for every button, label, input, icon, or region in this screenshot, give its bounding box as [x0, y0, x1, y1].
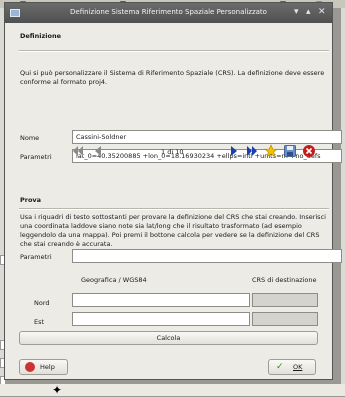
- test-parameters-input[interactable]: [72, 249, 342, 263]
- minimize-icon[interactable]: ▾: [294, 7, 299, 18]
- section-heading-definizione: Definizione: [20, 32, 61, 40]
- name-label: Nome: [20, 134, 40, 142]
- definition-description: Qui si può personalizzare il Sistema di …: [20, 69, 325, 86]
- crs-dialog: Definizione Sistema Riferimento Spaziale…: [4, 2, 342, 380]
- record-counter: 1 di 10: [161, 148, 184, 156]
- next-record-icon[interactable]: [227, 144, 241, 158]
- north-input[interactable]: [72, 293, 250, 307]
- geographic-header: Geografica / WGS84: [81, 276, 147, 284]
- background-panel-right: [341, 8, 345, 396]
- destination-header: CRS di destinazione: [252, 276, 317, 284]
- title-bar[interactable]: Definizione Sistema Riferimento Spaziale…: [5, 3, 332, 23]
- ok-button-label: OK: [293, 363, 303, 371]
- separator: [19, 50, 329, 52]
- first-record-icon[interactable]: [71, 144, 85, 158]
- east-label: Est: [34, 318, 45, 326]
- close-icon[interactable]: ✕: [318, 7, 326, 18]
- north-result: [252, 293, 318, 307]
- separator: [19, 208, 329, 210]
- east-input[interactable]: [72, 312, 250, 326]
- section-heading-prova: Prova: [20, 196, 42, 204]
- test-description: Usa i riquadri di testo sottostanti per …: [20, 213, 326, 248]
- help-button-label: Help: [40, 363, 55, 371]
- previous-record-icon[interactable]: [91, 144, 105, 158]
- help-button[interactable]: Help: [19, 359, 68, 375]
- name-input[interactable]: Cassini-Soldner: [72, 130, 342, 144]
- calculate-button-label: Calcola: [156, 334, 181, 342]
- parameters-label: Parametri: [20, 153, 52, 161]
- new-star-icon[interactable]: [264, 144, 278, 158]
- north-label: Nord: [34, 299, 50, 307]
- help-icon: [25, 362, 35, 372]
- test-parameters-label: Parametri: [20, 253, 52, 261]
- save-icon[interactable]: [283, 144, 297, 158]
- calculate-button[interactable]: Calcola: [19, 331, 318, 345]
- delete-icon[interactable]: [302, 144, 316, 158]
- ok-button[interactable]: ✓ OK: [268, 359, 316, 375]
- north-arrow-icon: ✦: [52, 383, 63, 397]
- last-record-icon[interactable]: [245, 144, 259, 158]
- maximize-icon[interactable]: ▴: [306, 7, 311, 18]
- east-result: [252, 312, 318, 326]
- dialog-title: Definizione Sistema Riferimento Spaziale…: [70, 8, 267, 16]
- checkmark-icon: ✓: [276, 362, 284, 372]
